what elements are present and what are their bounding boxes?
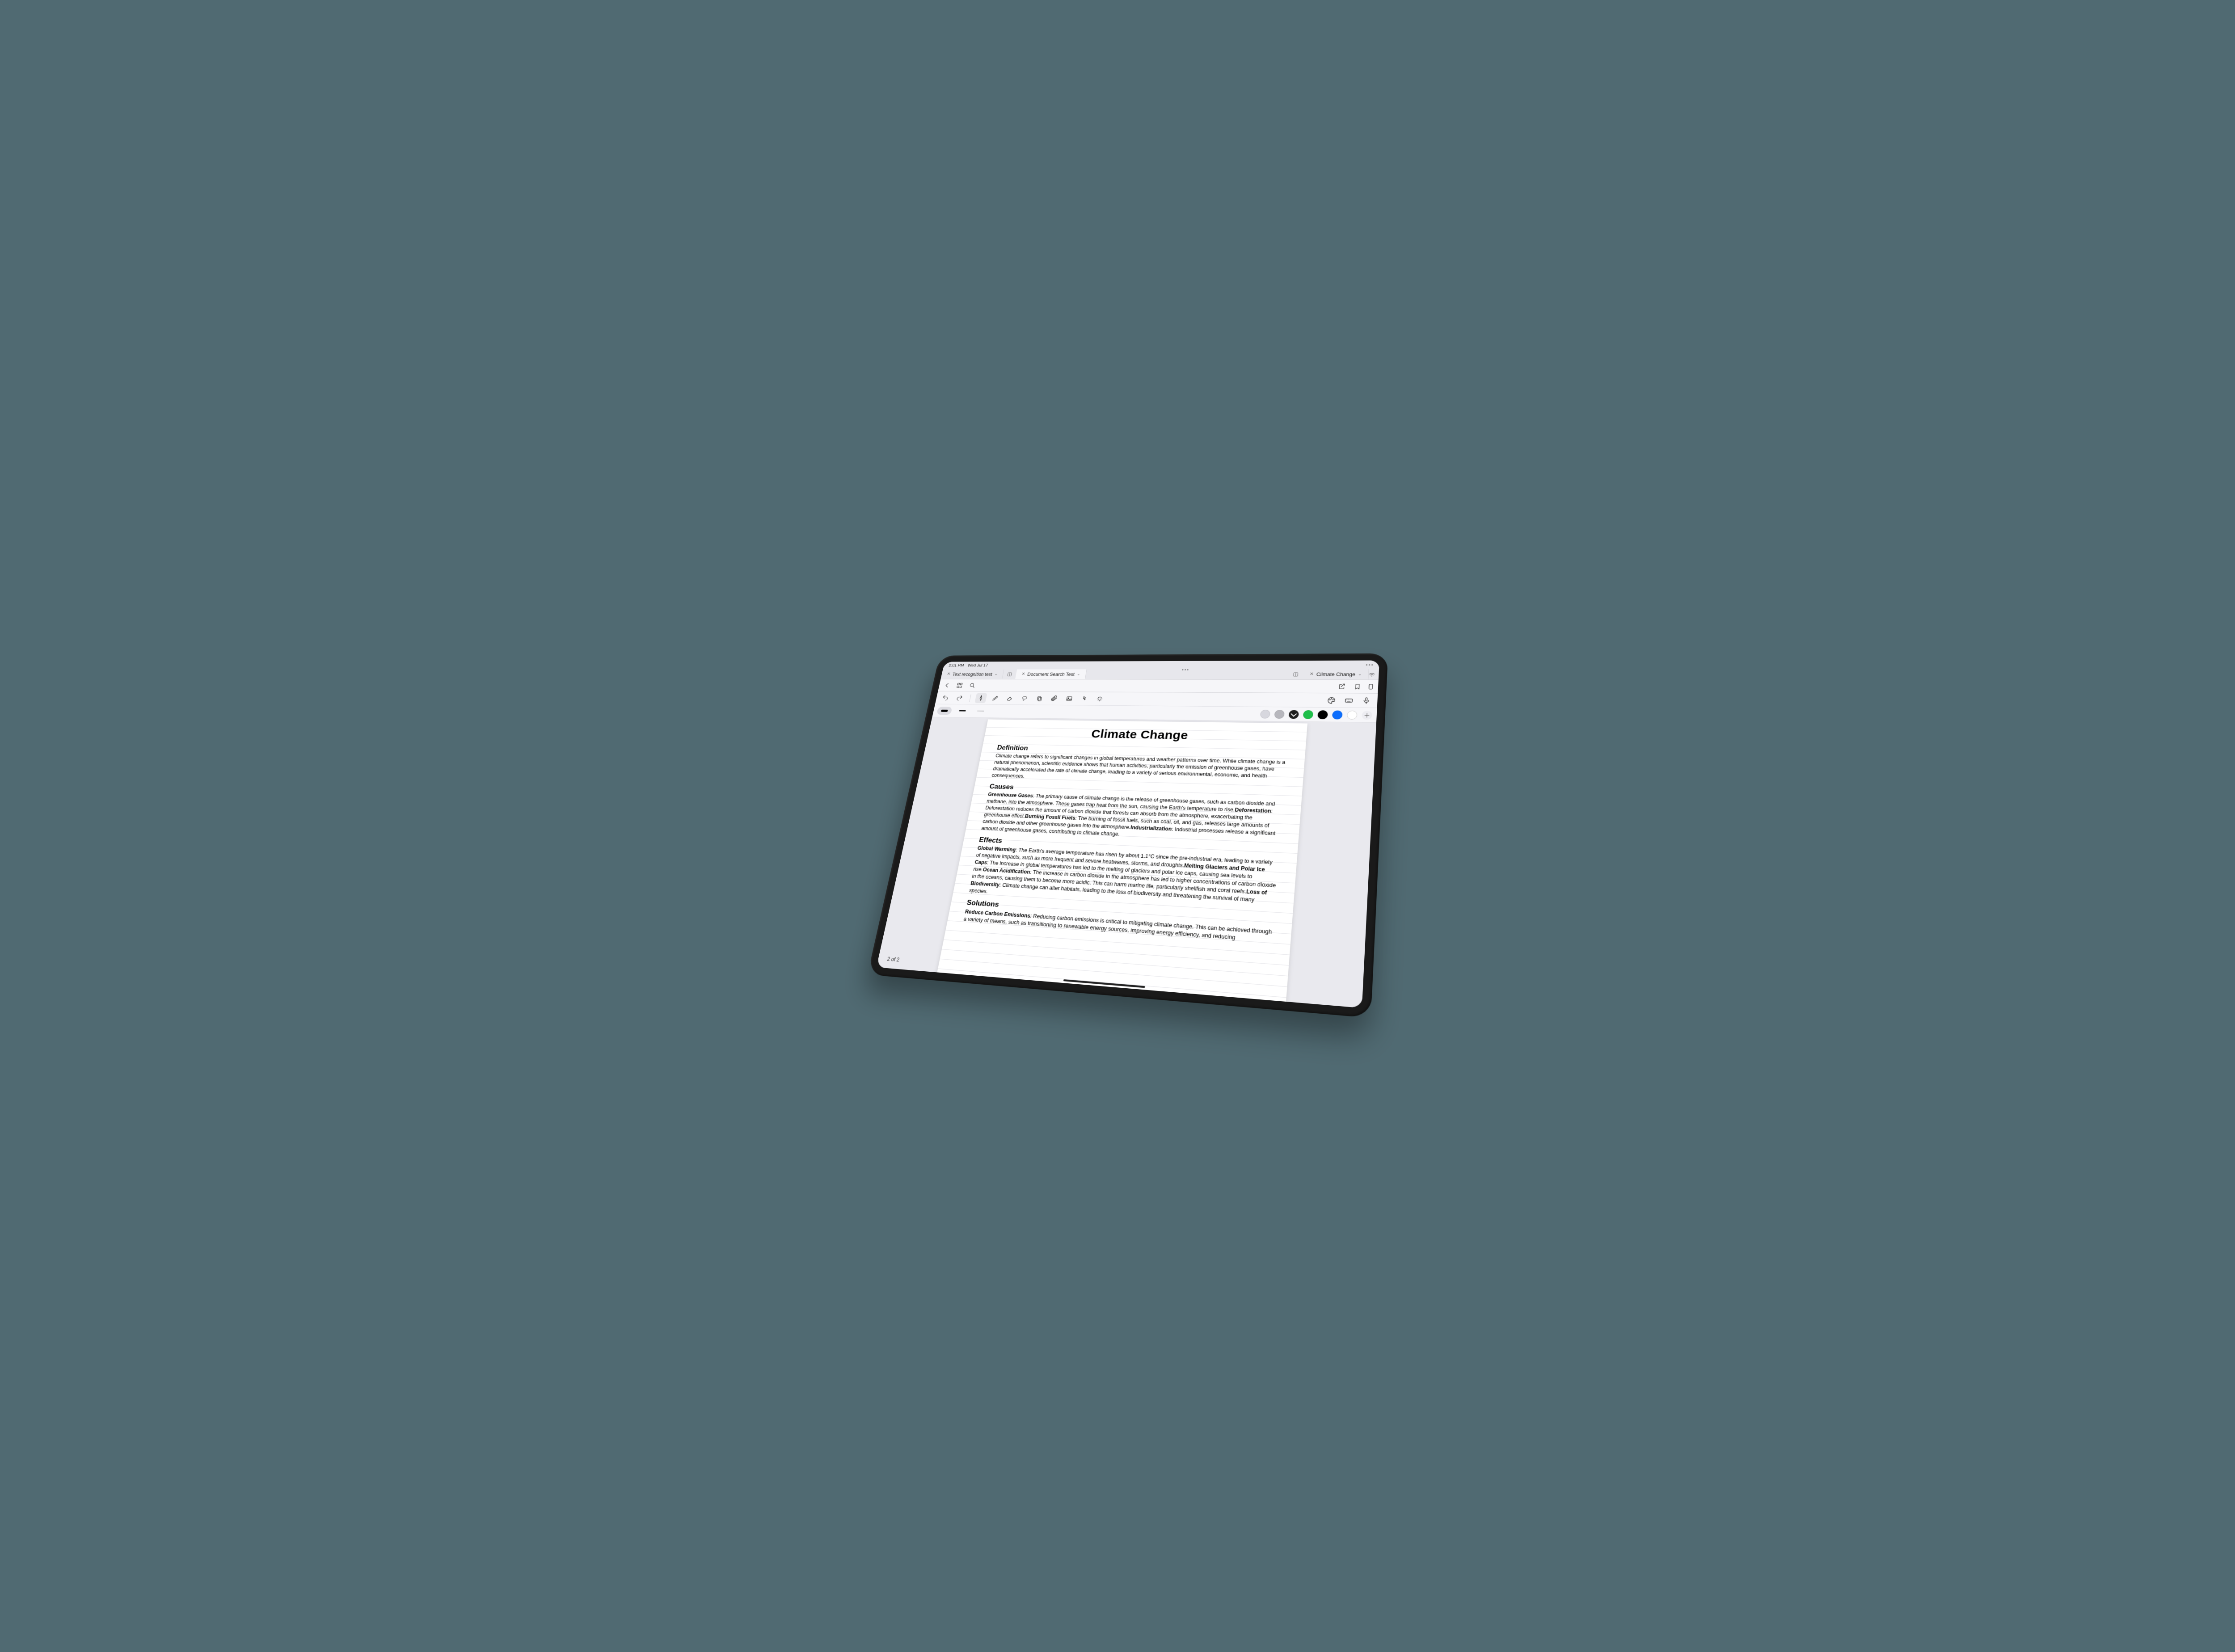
tab-text-recognition[interactable]: ✕ Text recognition test ⌄ (941, 670, 1004, 679)
tab-split-icon[interactable] (1288, 669, 1304, 679)
document-canvas[interactable]: Climate Change Definition Climate change… (877, 717, 1377, 1008)
image-tool[interactable] (1063, 693, 1076, 704)
chevron-down-icon[interactable]: ⌄ (1076, 672, 1080, 676)
tab-climate-change[interactable]: ✕ Climate Change ⌄ (1303, 669, 1369, 680)
status-bar: 2:01 PM Wed Jul 17 (943, 660, 1379, 669)
color-swatch-blue[interactable] (1332, 710, 1343, 719)
undo-button[interactable] (939, 692, 952, 703)
tab-document-search[interactable]: ✕ Document Search Test ⌄ (1015, 669, 1087, 679)
redo-button[interactable] (953, 693, 966, 703)
export-share-button[interactable] (1335, 681, 1349, 693)
chevron-down-icon[interactable]: ⌄ (994, 672, 998, 676)
color-swatch-green[interactable] (1303, 710, 1314, 719)
tab-label: Text recognition test (952, 672, 993, 677)
divider (969, 694, 971, 702)
body-definition: Climate change refers to significant cha… (991, 753, 1287, 787)
color-palette-button[interactable] (1325, 695, 1338, 706)
heading-solutions: Solutions (966, 898, 1274, 927)
tab-split-icon[interactable] (1002, 670, 1017, 679)
multitask-dots-icon[interactable] (1366, 664, 1373, 666)
color-swatch-light-gray[interactable] (1260, 710, 1271, 719)
ipad-device-frame: 2:01 PM Wed Jul 17 ✕ Text recognition te… (868, 653, 1388, 1018)
document-page[interactable]: Climate Change Definition Climate change… (913, 719, 1307, 1008)
color-swatch-black[interactable] (1317, 710, 1328, 719)
close-icon[interactable]: ✕ (1309, 672, 1314, 677)
status-time: 2:01 PM (949, 663, 965, 667)
body-effects: Global Warming: The Earth's average temp… (969, 845, 1279, 913)
close-icon[interactable]: ✕ (1021, 672, 1026, 676)
search-button[interactable] (966, 680, 979, 691)
pointer-tool[interactable] (1078, 693, 1091, 704)
stroke-size-thick[interactable] (936, 707, 953, 715)
status-date: Wed Jul 17 (967, 663, 989, 668)
tab-label: Climate Change (1316, 671, 1356, 677)
wifi-icon (1369, 672, 1375, 676)
body-solutions: Reduce Carbon Emissions: Reducing carbon… (963, 908, 1273, 944)
chevron-down-icon[interactable]: ⌄ (1358, 672, 1362, 677)
page-counter: 2 of 2 (886, 956, 900, 963)
more-options-button[interactable] (1366, 681, 1376, 693)
pen-tool[interactable] (974, 693, 987, 703)
close-icon[interactable]: ✕ (946, 672, 950, 676)
back-button[interactable] (940, 680, 954, 691)
screen: 2:01 PM Wed Jul 17 ✕ Text recognition te… (877, 660, 1380, 1008)
pencil-tool[interactable] (989, 693, 1002, 703)
window-tab-strip: ✕ Text recognition test ⌄ ✕ Document Sea… (940, 669, 1379, 680)
bookmark-button[interactable] (1350, 681, 1365, 693)
home-indicator[interactable] (1063, 979, 1145, 988)
stroke-size-medium[interactable] (954, 707, 970, 715)
color-swatch-dropdown[interactable] (1288, 710, 1299, 719)
clipboard-tool[interactable] (1033, 693, 1046, 704)
doc-title: Climate Change (999, 725, 1290, 746)
keyboard-button[interactable] (1342, 695, 1355, 706)
microphone-button[interactable] (1359, 695, 1373, 706)
color-swatch-white[interactable] (1347, 710, 1358, 719)
attachment-tool[interactable] (1048, 693, 1061, 704)
lasso-tool[interactable] (1018, 693, 1031, 703)
stroke-size-thin[interactable] (973, 707, 989, 715)
tab-label: Document Search Test (1027, 672, 1075, 677)
color-swatch-gray[interactable] (1274, 710, 1285, 719)
grid-view-button[interactable] (953, 680, 966, 691)
add-color-button[interactable]: ＋ (1362, 711, 1372, 720)
magic-tool[interactable] (1093, 693, 1106, 704)
eraser-tool[interactable] (1004, 693, 1016, 703)
